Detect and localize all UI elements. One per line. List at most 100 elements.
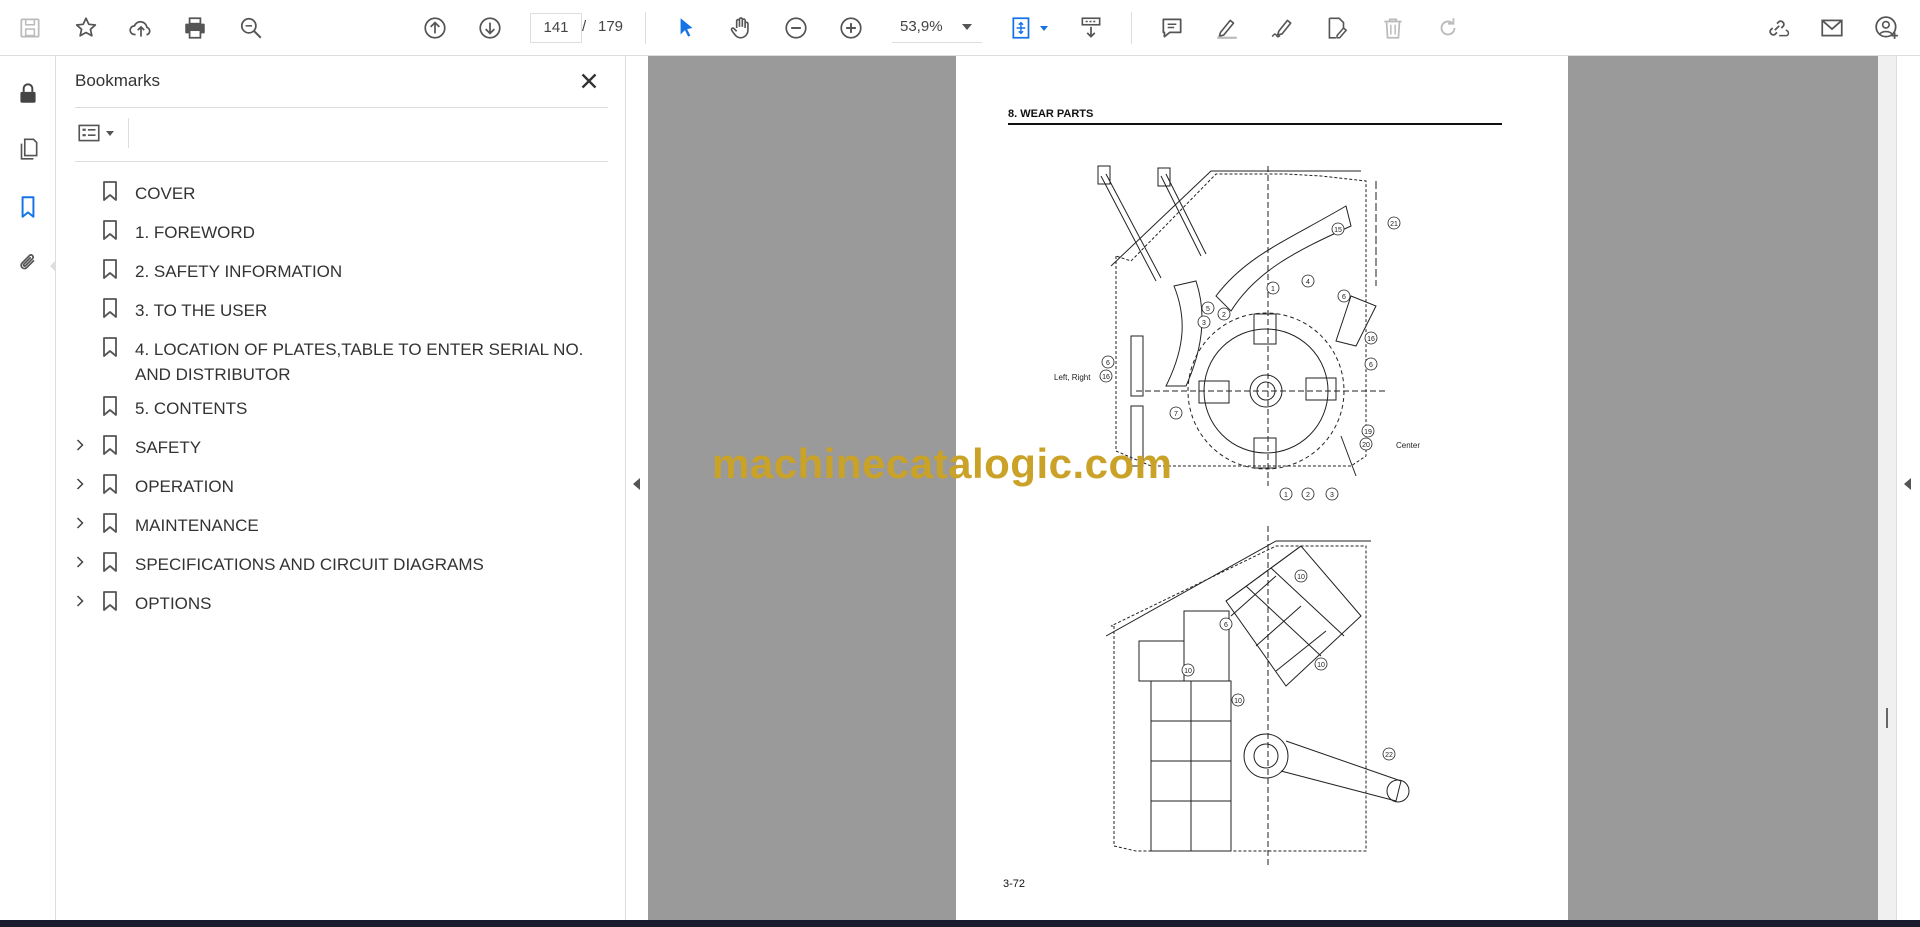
panel-divider	[75, 161, 608, 162]
bookmark-icon	[103, 220, 117, 240]
redo-icon[interactable]	[1431, 11, 1465, 45]
bookmark-icon	[103, 474, 117, 494]
bookmark-label: COVER	[135, 184, 196, 203]
zoom-out-icon[interactable]	[779, 11, 813, 45]
bookmark-label: OPTIONS	[135, 594, 212, 613]
expand-right-panel-handle[interactable]	[1904, 478, 1911, 490]
bookmark-list: COVER 1. FOREWORD 2. SAFETY INFORMATION …	[56, 172, 626, 621]
previous-page-icon[interactable]	[418, 11, 452, 45]
close-panel-icon[interactable]	[576, 68, 602, 94]
scrollbar-thumb[interactable]	[1886, 708, 1888, 728]
next-page-icon[interactable]	[473, 11, 507, 45]
svg-text:6: 6	[1342, 294, 1346, 301]
center-label: Center	[1396, 441, 1421, 450]
panel-divider	[75, 107, 608, 108]
bookmark-safety[interactable]: SAFETY	[56, 426, 626, 465]
bookmark-foreword[interactable]: 1. FOREWORD	[56, 211, 626, 250]
page-fit-icon[interactable]	[1005, 11, 1039, 45]
document-viewport[interactable]: 8. WEAR PARTS 1 4 5 2 3 6 16 7 6 16 6 19…	[648, 56, 1878, 920]
bookmark-panel-icon[interactable]	[11, 190, 45, 224]
bookmark-options[interactable]: OPTIONS	[56, 582, 626, 621]
svg-text:6: 6	[1369, 362, 1373, 369]
star-icon[interactable]	[69, 11, 103, 45]
collapse-panel-handle[interactable]	[633, 478, 640, 490]
options-divider	[128, 118, 129, 148]
page-total: 179	[598, 18, 624, 35]
left-right-label: Left, Right	[1054, 373, 1091, 382]
edit-text-icon[interactable]	[1320, 11, 1354, 45]
bookmark-specifications[interactable]: SPECIFICATIONS AND CIRCUIT DIAGRAMS	[56, 543, 626, 582]
bookmark-label: MAINTENANCE	[135, 516, 259, 535]
comment-icon[interactable]	[1155, 11, 1189, 45]
svg-text:15: 15	[1334, 227, 1342, 234]
page-number-input[interactable]: 141	[530, 13, 582, 43]
bookmark-operation[interactable]: OPERATION	[56, 465, 626, 504]
zoom-dropdown-caret[interactable]	[962, 24, 972, 30]
svg-text:16: 16	[1367, 336, 1375, 343]
taskbar-strip	[0, 920, 1920, 927]
svg-text:10: 10	[1297, 574, 1305, 581]
print-icon[interactable]	[178, 11, 212, 45]
wear-parts-drawing: 145 236 1676 16619 201521 123 221010 106…	[1097, 165, 1410, 866]
share-link-icon[interactable]	[1760, 11, 1794, 45]
page-fit-caret[interactable]	[1040, 26, 1048, 31]
zoom-in-icon[interactable]	[834, 11, 868, 45]
svg-text:22: 22	[1385, 752, 1393, 759]
bookmark-cover[interactable]: COVER	[56, 172, 626, 211]
bookmark-icon	[103, 396, 117, 416]
draw-signature-icon[interactable]	[1265, 11, 1299, 45]
zoom-search-icon[interactable]	[234, 11, 268, 45]
svg-text:3: 3	[1330, 492, 1334, 499]
bookmark-location-of-plates[interactable]: 4. LOCATION OF PLATES,TABLE TO ENTER SER…	[56, 328, 626, 387]
chevron-right-icon[interactable]	[71, 434, 89, 456]
svg-text:5: 5	[1206, 306, 1210, 313]
hand-tool-icon[interactable]	[724, 11, 758, 45]
scroll-mode-icon[interactable]	[1074, 11, 1108, 45]
bookmark-icon	[103, 181, 117, 201]
svg-text:21: 21	[1390, 221, 1398, 228]
svg-text:19: 19	[1364, 429, 1372, 436]
vertical-scrollbar[interactable]	[1878, 56, 1896, 920]
bookmark-icon	[103, 337, 117, 357]
bookmark-label: OPERATION	[135, 477, 234, 496]
svg-text:20: 20	[1362, 442, 1370, 449]
svg-text:6: 6	[1106, 360, 1110, 367]
bookmark-icon	[103, 435, 117, 455]
highlight-pen-icon[interactable]	[1210, 11, 1244, 45]
bookmark-label: 4. LOCATION OF PLATES,TABLE TO ENTER SER…	[135, 340, 584, 384]
svg-text:1: 1	[1271, 286, 1275, 293]
save-icon[interactable]	[13, 11, 47, 45]
bookmark-to-the-user[interactable]: 3. TO THE USER	[56, 289, 626, 328]
page-thumbnails-icon[interactable]	[11, 132, 45, 166]
toolbar-divider	[645, 12, 646, 44]
chevron-right-icon[interactable]	[71, 473, 89, 495]
bookmark-maintenance[interactable]: MAINTENANCE	[56, 504, 626, 543]
toolbar-divider	[1131, 12, 1132, 44]
svg-text:4: 4	[1306, 279, 1310, 286]
delete-icon[interactable]	[1376, 11, 1410, 45]
panel-title: Bookmarks	[75, 71, 161, 90]
bookmark-safety-information[interactable]: 2. SAFETY INFORMATION	[56, 250, 626, 289]
watermark-text: machinecatalogic.com	[712, 440, 1173, 487]
svg-text:2: 2	[1222, 312, 1226, 319]
chevron-right-icon[interactable]	[71, 551, 89, 573]
svg-text:10: 10	[1184, 668, 1192, 675]
bookmark-options-button[interactable]	[76, 118, 124, 148]
attachment-icon[interactable]	[11, 246, 45, 280]
email-icon[interactable]	[1815, 11, 1849, 45]
bookmarks-panel: Bookmarks COVER 1. FOREWORD 2. SAFETY IN…	[56, 56, 626, 920]
svg-text:6: 6	[1224, 622, 1228, 629]
svg-text:10: 10	[1317, 662, 1325, 669]
bookmark-icon	[103, 591, 117, 611]
svg-text:16: 16	[1102, 374, 1110, 381]
cloud-upload-icon[interactable]	[124, 11, 158, 45]
bookmark-label: SAFETY	[135, 438, 202, 457]
options-caret-icon	[106, 130, 114, 136]
select-cursor-icon[interactable]	[669, 11, 703, 45]
bookmark-contents[interactable]: 5. CONTENTS	[56, 387, 626, 426]
add-user-icon[interactable]	[1870, 11, 1904, 45]
chevron-right-icon[interactable]	[71, 590, 89, 612]
lock-icon[interactable]	[11, 76, 45, 110]
chevron-right-icon[interactable]	[71, 512, 89, 534]
bookmark-label: 1. FOREWORD	[135, 223, 255, 242]
